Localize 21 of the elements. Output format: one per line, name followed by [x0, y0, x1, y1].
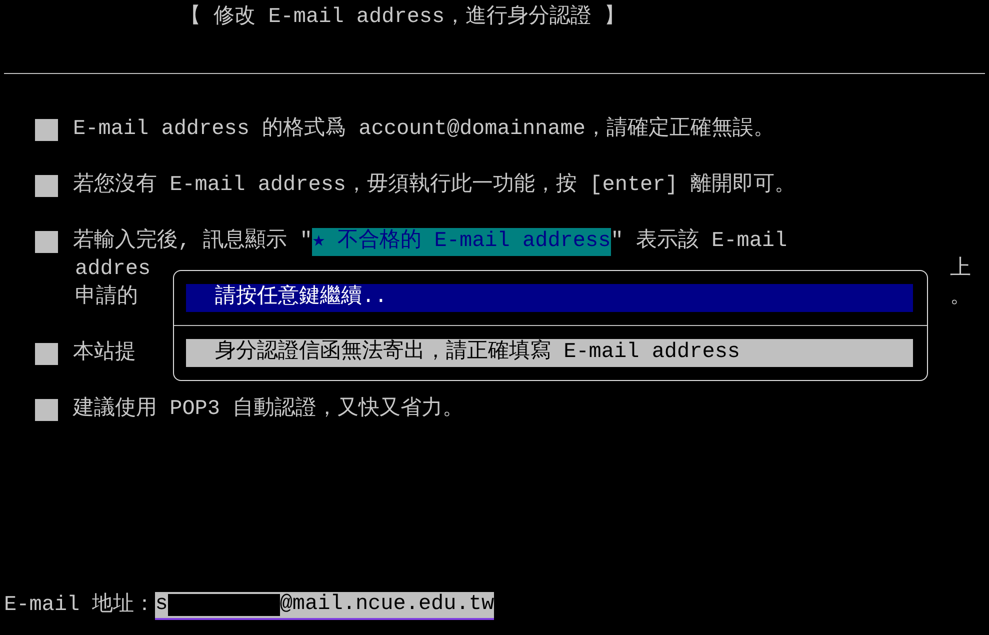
email-input-field[interactable]: s @mail.ncue.edu.tw [155, 592, 494, 620]
email-label: E-mail 地址： [4, 592, 156, 619]
note-text: 本站提 [73, 340, 136, 367]
error-message: 身分認證信函無法寄出，請正確填寫 E-mail address [186, 339, 913, 367]
note-text: 建議使用 POP3 自動認證，又快又省力。 [73, 396, 464, 423]
square-bullet-icon [35, 231, 58, 253]
note-text: 若您沒有 E-mail address，毋須執行此一功能，按 [enter] 離開即可。 [73, 172, 796, 199]
note-text: " 表示該 E-mail [610, 228, 788, 255]
note-text-fragment: 申請的 [75, 284, 138, 311]
square-bullet-icon [35, 119, 58, 141]
error-message-sample: ★ 不合格的 E-mail address [312, 228, 611, 256]
square-bullet-icon [35, 175, 58, 197]
square-bullet-icon [35, 399, 58, 421]
square-bullet-icon [35, 343, 58, 365]
note-text-fragment: 。 [950, 285, 971, 311]
note-text-fragment: 上 [950, 256, 971, 283]
note-text-fragment: addres [75, 257, 151, 283]
note-text: 若輸入完後, 訊息顯示 " [73, 228, 312, 255]
continue-prompt[interactable]: 請按任意鍵繼續.. [186, 284, 913, 312]
note-text: E-mail address 的格式爲 account@domainname，請確定正確無誤。 [73, 116, 774, 143]
screen-title: 【 修改 E-mail address，進行身分認證 】 [179, 4, 626, 31]
